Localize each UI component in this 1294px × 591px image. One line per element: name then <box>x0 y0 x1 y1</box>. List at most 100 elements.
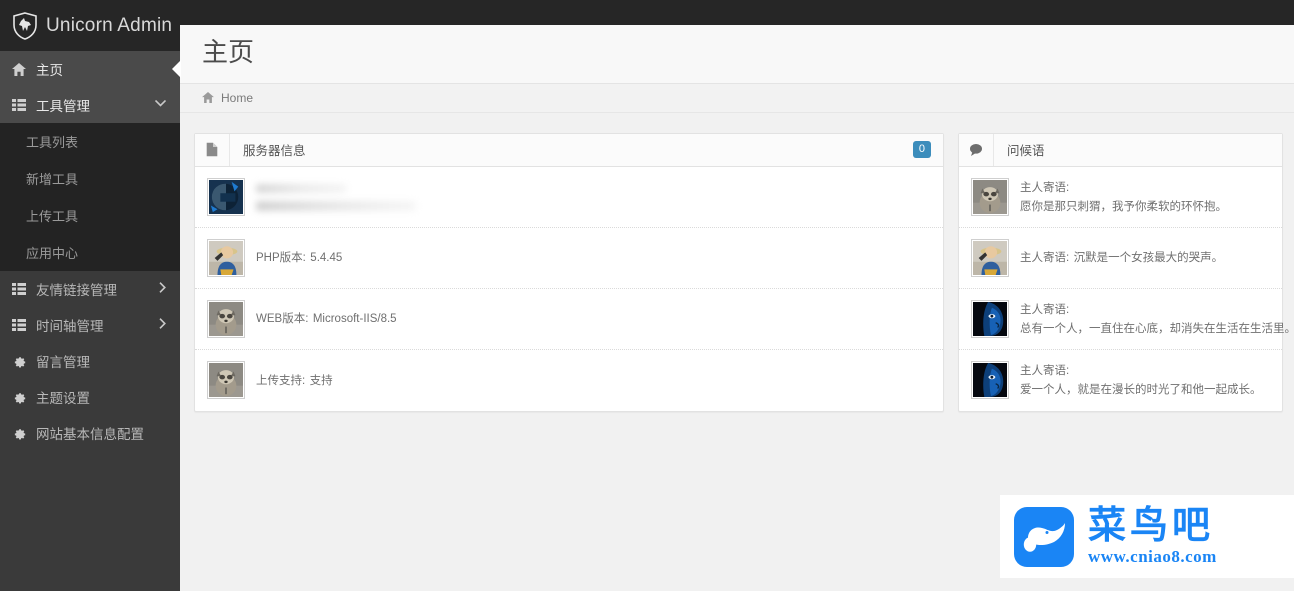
submenu-item[interactable]: 上传工具 <box>0 197 180 234</box>
list-item[interactable] <box>195 167 943 228</box>
greeting-row: 主人寄语: 爱一个人，就是在漫长的时光了和他一起成长。 <box>1020 361 1270 398</box>
row-label: 主人寄语: <box>1020 303 1070 316</box>
sidebar-item-timeline[interactable]: 时间轴管理 <box>0 307 180 343</box>
row-value: 爱一个人，就是在漫长的时光了和他一起成长。 <box>1020 384 1262 396</box>
list-item[interactable]: 主人寄语: 沉默是一个女孩最大的哭声。 <box>959 228 1282 289</box>
row-label: 上传支持: <box>256 374 306 387</box>
greeting-panel-title: 问候语 <box>1007 144 1045 158</box>
sidebar-item-friend-links[interactable]: 友情链接管理 <box>0 271 180 307</box>
sidebar-link-tools[interactable]: 工具管理 <box>0 87 180 123</box>
unicorn-shield-icon <box>13 11 37 40</box>
submenu-item[interactable]: 应用中心 <box>0 234 180 271</box>
raccoon-avatar <box>207 299 245 338</box>
sidebar-link-messages[interactable]: 留言管理 <box>0 343 180 379</box>
sidebar-label-timeline: 时间轴管理 <box>36 319 104 334</box>
sidebar-link-friend-links[interactable]: 友情链接管理 <box>0 271 180 307</box>
server-info-panel-header: 服务器信息 0 <box>195 133 943 167</box>
brand-header[interactable]: Unicorn Admin <box>0 0 180 51</box>
sidebar-link-site-config[interactable]: 网站基本信息配置 <box>0 415 180 451</box>
admin-dashboard: Unicorn Admin 主页 工具管理 工具列表 新增工具 上传工具 应用中… <box>0 0 1294 591</box>
sidebar-link-timeline[interactable]: 时间轴管理 <box>0 307 180 343</box>
sidebar-item-theme-settings[interactable]: 主题设置 <box>0 379 180 415</box>
greeting-panel: 问候语 主人寄语: 愿你是那只刺猬，我予你柔软的环怀抱。 主人寄语: 沉默是一个… <box>958 132 1294 412</box>
row-value: 沉默是一个女孩最大的哭声。 <box>1073 252 1224 265</box>
file-icon <box>195 133 230 166</box>
top-strip <box>180 0 1294 25</box>
list-item[interactable]: 主人寄语: 爱一个人，就是在漫长的时光了和他一起成长。 <box>959 350 1282 411</box>
globe-avatar <box>207 177 245 216</box>
server-info-row-redacted <box>256 182 931 211</box>
gear-icon <box>10 391 28 404</box>
list-item[interactable]: WEB版本: Microsoft-IIS/8.5 <box>195 289 943 350</box>
chevron-right-icon <box>159 318 166 332</box>
gear-icon <box>10 355 28 368</box>
row-value: 愿你是那只刺猬，我予你柔软的环怀抱。 <box>1020 200 1227 213</box>
list-item[interactable]: 主人寄语: 总有一个人，一直住在心底，却消失在生活在生活里。 <box>959 289 1294 350</box>
server-info-list: PHP版本: 5.4.45 WEB版本: Microsoft-IIS/8.5 上… <box>195 167 943 411</box>
submenu-link-tool-list[interactable]: 工具列表 <box>0 123 180 160</box>
brand-title: Unicorn Admin <box>46 14 173 36</box>
server-info-row-php: PHP版本: 5.4.45 <box>256 248 931 267</box>
list-icon <box>10 319 28 331</box>
sidebar-link-home[interactable]: 主页 <box>0 51 180 87</box>
breadcrumb: Home <box>180 83 1294 113</box>
list-item[interactable]: 主人寄语: 愿你是那只刺猬，我予你柔软的环怀抱。 <box>959 167 1282 228</box>
content-area: 服务器信息 0 PHP版本: 5.4.45 WEB版本: Microsoft-I… <box>180 113 1294 591</box>
server-info-row-upload: 上传支持: 支持 <box>256 371 931 390</box>
sidebar-item-messages[interactable]: 留言管理 <box>0 343 180 379</box>
submenu-link-upload-tool[interactable]: 上传工具 <box>0 197 180 234</box>
greeting-list: 主人寄语: 愿你是那只刺猬，我予你柔软的环怀抱。 主人寄语: 沉默是一个女孩最大… <box>959 167 1294 411</box>
status-badge: 0 <box>912 140 931 159</box>
row-label: PHP版本: <box>256 252 306 265</box>
gear-icon <box>10 427 28 440</box>
row-label: WEB版本: <box>256 313 309 326</box>
sidebar-link-theme-settings[interactable]: 主题设置 <box>0 379 180 415</box>
sidebar-item-site-config[interactable]: 网站基本信息配置 <box>0 415 180 451</box>
row-label: 主人寄语: <box>1020 181 1070 194</box>
list-icon <box>10 99 28 111</box>
sidebar-item-tools[interactable]: 工具管理 工具列表 新增工具 上传工具 应用中心 <box>0 87 180 271</box>
raccoon-avatar <box>207 361 245 399</box>
sidebar-label-messages: 留言管理 <box>36 355 90 370</box>
home-icon <box>202 92 214 103</box>
submenu-item[interactable]: 新增工具 <box>0 160 180 197</box>
row-label: 主人寄语: <box>1020 365 1070 378</box>
raccoon-avatar <box>971 177 1009 216</box>
sidebar: Unicorn Admin 主页 工具管理 工具列表 新增工具 上传工具 应用中… <box>0 0 180 591</box>
sidebar-label-friend-links: 友情链接管理 <box>36 283 117 298</box>
chevron-down-icon <box>154 99 167 110</box>
chevron-right-icon <box>159 282 166 296</box>
sidebar-label-tools: 工具管理 <box>36 99 90 114</box>
sidebar-label-site-config: 网站基本信息配置 <box>36 427 144 442</box>
vaultboy-avatar <box>971 238 1009 277</box>
server-info-panel: 服务器信息 0 PHP版本: 5.4.45 WEB版本: Microsoft-I… <box>194 132 944 412</box>
sidebar-label-theme-settings: 主题设置 <box>36 391 90 406</box>
row-value: 支持 <box>309 374 333 387</box>
comment-icon <box>959 133 994 166</box>
submenu-item[interactable]: 工具列表 <box>0 123 180 160</box>
list-item[interactable]: 上传支持: 支持 <box>195 350 943 411</box>
row-value: 5.4.45 <box>310 252 343 265</box>
sidebar-nav: 主页 工具管理 工具列表 新增工具 上传工具 应用中心 友情链接管理 时间轴管理… <box>0 51 180 451</box>
row-value: 总有一个人，一直住在心底，却消失在生活在生活里。 <box>1020 322 1294 335</box>
redacted-label <box>256 184 346 193</box>
list-item[interactable]: PHP版本: 5.4.45 <box>195 228 943 289</box>
sidebar-label-home: 主页 <box>36 63 63 78</box>
sidebar-item-home[interactable]: 主页 <box>0 51 180 87</box>
row-label: 主人寄语: <box>1020 252 1070 265</box>
submenu-link-app-center[interactable]: 应用中心 <box>0 234 180 271</box>
page-header: 主页 <box>180 25 1294 84</box>
server-info-badge-wrap: 0 <box>912 134 943 166</box>
breadcrumb-item-home[interactable]: Home <box>221 91 253 105</box>
greeting-panel-header: 问候语 <box>959 133 1282 167</box>
greeting-row: 主人寄语: 愿你是那只刺猬，我予你柔软的环怀抱。 <box>1020 178 1270 215</box>
submenu-link-add-tool[interactable]: 新增工具 <box>0 160 180 197</box>
greeting-row: 主人寄语: 沉默是一个女孩最大的哭声。 <box>1020 248 1270 267</box>
blueface-avatar <box>971 299 1009 338</box>
page-title: 主页 <box>202 37 255 67</box>
greeting-row: 主人寄语: 总有一个人，一直住在心底，却消失在生活在生活里。 <box>1020 300 1294 337</box>
row-value: Microsoft-IIS/8.5 <box>312 313 397 326</box>
blueface-avatar <box>971 361 1009 399</box>
main-area: 主页 Home 服务器信息 0 PHP版本: 5.4.45 WEB版本: Mic… <box>180 0 1294 591</box>
server-info-panel-title: 服务器信息 <box>243 144 306 158</box>
